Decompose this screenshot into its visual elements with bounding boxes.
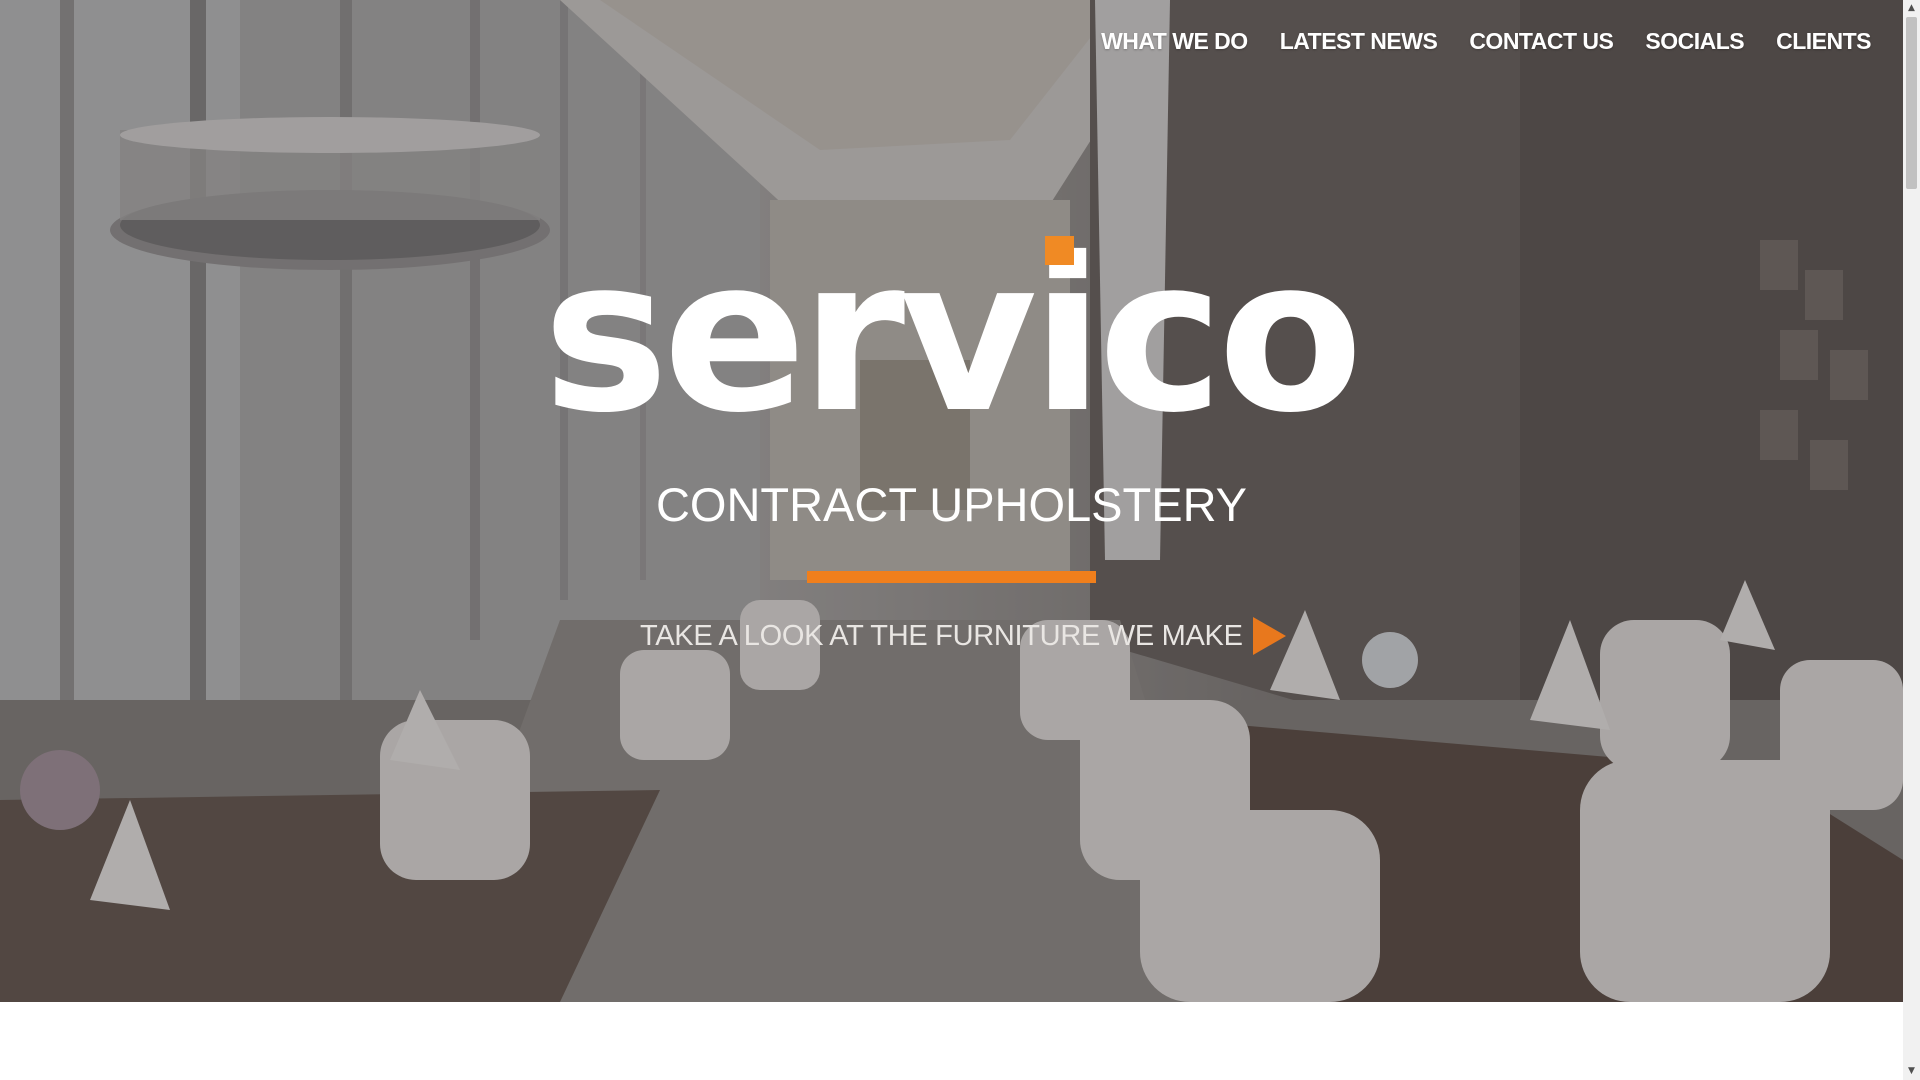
nav-item-clients[interactable]: CLIENTS <box>1776 24 1871 58</box>
content-section <box>0 1002 1903 1080</box>
hero-section: WHAT WE DO LATEST NEWS CONTACT US SOCIAL… <box>0 0 1903 1002</box>
scroll-down-arrow-icon[interactable]: ▼ <box>1903 1063 1920 1080</box>
nav-item-contact-us[interactable]: CONTACT US <box>1469 24 1614 58</box>
scrollbar-thumb[interactable] <box>1906 17 1917 189</box>
hero-tagline: CONTRACT UPHOLSTERY <box>655 478 1248 531</box>
main-navigation: WHAT WE DO LATEST NEWS CONTACT US SOCIAL… <box>1101 24 1871 58</box>
play-arrow-icon <box>1252 617 1286 655</box>
cta-label: TAKE A LOOK AT THE FURNITURE WE MAKE <box>640 620 1243 652</box>
scroll-up-arrow-icon[interactable]: ▲ <box>1903 0 1920 17</box>
furniture-cta-link[interactable]: TAKE A LOOK AT THE FURNITURE WE MAKE <box>640 614 1286 658</box>
nav-item-socials[interactable]: SOCIALS <box>1645 24 1744 58</box>
servico-logo[interactable]: servico <box>540 212 1364 459</box>
accent-divider <box>807 571 1096 583</box>
logo-wordmark: servico <box>542 212 1364 459</box>
nav-item-latest-news[interactable]: LATEST NEWS <box>1280 24 1438 58</box>
nav-item-what-we-do[interactable]: WHAT WE DO <box>1101 24 1248 58</box>
vertical-scrollbar[interactable]: ▲ ▼ <box>1903 0 1920 1080</box>
page: WHAT WE DO LATEST NEWS CONTACT US SOCIAL… <box>0 0 1903 1080</box>
logo-accent-square <box>1045 236 1074 265</box>
